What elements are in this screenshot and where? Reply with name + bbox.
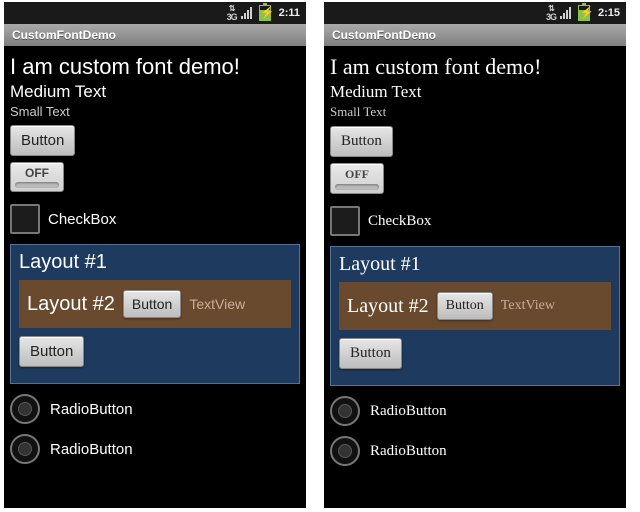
- title-bar: CustomFontDemo: [4, 24, 306, 46]
- phone-left: ⇅3G ⚡ 2:11 CustomFontDemo I am custom fo…: [4, 2, 306, 508]
- layout-1-title: Layout #1: [19, 251, 291, 274]
- layout-2-button[interactable]: Button: [123, 290, 181, 318]
- radio-1[interactable]: [10, 394, 40, 424]
- layout-2-textview: TextView: [501, 298, 555, 314]
- checkbox[interactable]: [10, 204, 40, 234]
- radio-2-label: RadioButton: [50, 441, 133, 458]
- battery-icon: ⚡: [578, 5, 590, 21]
- layout-1: Layout #1 Layout #2 Button TextView Butt…: [330, 246, 620, 386]
- title-bar: CustomFontDemo: [324, 24, 626, 46]
- layout-1-button[interactable]: Button: [339, 338, 402, 369]
- network-3g-icon: ⇅3G: [546, 5, 556, 21]
- layout-2-title: Layout #2: [27, 293, 115, 316]
- button-1[interactable]: Button: [330, 126, 393, 157]
- status-clock: 2:15: [598, 7, 620, 19]
- battery-icon: ⚡: [259, 5, 271, 21]
- medium-text: Medium Text: [330, 82, 620, 102]
- layout-2-textview: TextView: [189, 296, 245, 312]
- network-3g-icon: ⇅3G: [227, 5, 237, 21]
- signal-icon: [241, 7, 255, 19]
- checkbox-label: CheckBox: [368, 213, 431, 230]
- toggle-off[interactable]: OFF: [330, 163, 384, 194]
- phone-right: ⇅3G ⚡ 2:15 CustomFontDemo I am custom fo…: [324, 2, 626, 508]
- signal-icon: [560, 7, 574, 19]
- medium-text: Medium Text: [10, 82, 300, 102]
- layout-2: Layout #2 Button TextView: [19, 280, 291, 328]
- radio-1-label: RadioButton: [50, 401, 133, 418]
- headline-text: I am custom font demo!: [330, 54, 620, 80]
- status-clock: 2:11: [279, 7, 300, 19]
- layout-2: Layout #2 Button TextView: [339, 282, 611, 330]
- layout-1-title: Layout #1: [339, 253, 611, 276]
- small-text: Small Text: [330, 104, 620, 120]
- radio-2-label: RadioButton: [370, 443, 447, 460]
- layout-1: Layout #1 Layout #2 Button TextView Butt…: [10, 244, 300, 384]
- layout-2-title: Layout #2: [347, 295, 429, 318]
- radio-1-label: RadioButton: [370, 403, 447, 420]
- app-title: CustomFontDemo: [12, 28, 116, 42]
- headline-text: I am custom font demo!: [10, 54, 300, 80]
- status-bar: ⇅3G ⚡ 2:11: [4, 2, 306, 24]
- radio-1[interactable]: [330, 396, 360, 426]
- toggle-label: OFF: [345, 167, 369, 181]
- status-bar: ⇅3G ⚡ 2:15: [324, 2, 626, 24]
- layout-1-button[interactable]: Button: [19, 336, 84, 367]
- checkbox-label: CheckBox: [48, 211, 116, 228]
- app-title: CustomFontDemo: [332, 28, 436, 42]
- button-1[interactable]: Button: [10, 125, 75, 156]
- screen-content: I am custom font demo! Medium Text Small…: [4, 46, 306, 508]
- layout-2-button[interactable]: Button: [437, 292, 493, 320]
- small-text: Small Text: [10, 104, 300, 119]
- checkbox[interactable]: [330, 206, 360, 236]
- toggle-off[interactable]: OFF: [10, 162, 64, 192]
- toggle-label: OFF: [25, 166, 49, 180]
- radio-2[interactable]: [330, 436, 360, 466]
- screen-content: I am custom font demo! Medium Text Small…: [324, 46, 626, 508]
- radio-2[interactable]: [10, 434, 40, 464]
